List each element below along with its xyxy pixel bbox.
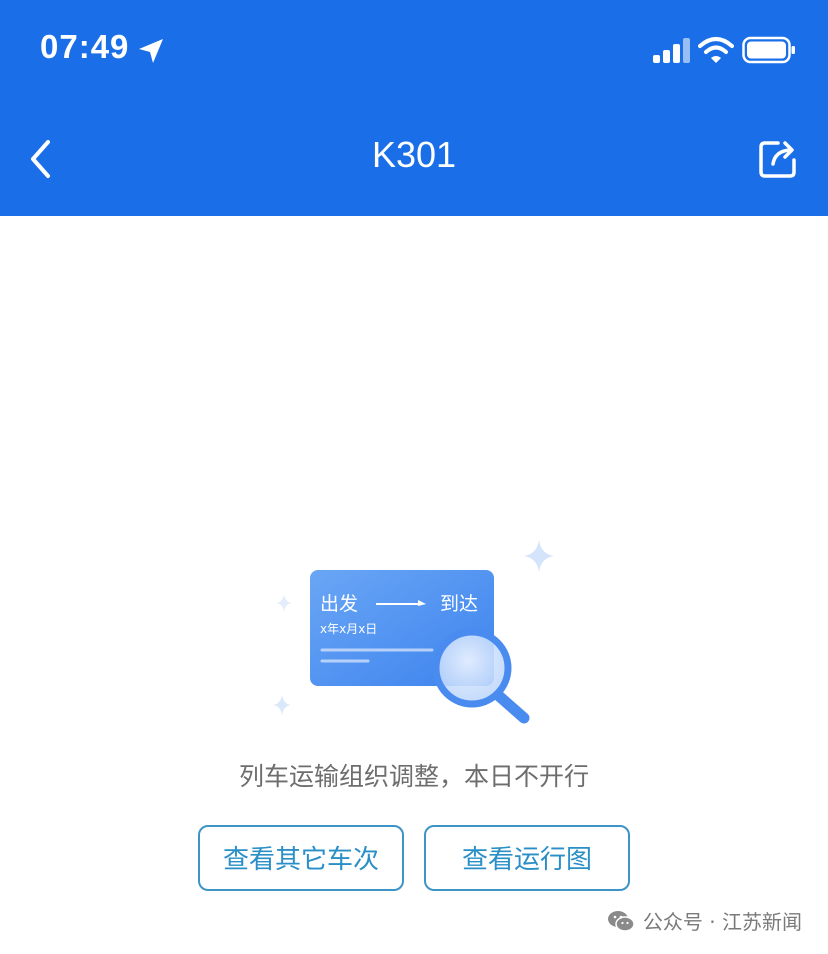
share-button[interactable] (756, 135, 802, 181)
empty-state-message: 列车运输组织调整，本日不开行 (238, 762, 589, 791)
view-run-map-button[interactable]: 查看运行图 (424, 825, 630, 891)
arrive-label: 到达 (440, 593, 478, 615)
date-label: x年x月x日 (320, 622, 377, 636)
sparkle-icon (276, 594, 292, 612)
wifi-icon (698, 37, 734, 63)
page-title: K301 (371, 134, 457, 175)
view-other-trains-button[interactable]: 查看其它车次 (198, 825, 404, 891)
sparkle-icon (273, 694, 291, 716)
empty-ticket-illustration: 出发 到达 x年x月x日 (273, 540, 554, 724)
status-time: 07:49 (40, 28, 130, 65)
watermark-text: 公众号 · 江苏新闻 (642, 910, 802, 934)
watermark: 公众号 · 江苏新闻 (607, 906, 802, 935)
battery-icon (742, 36, 795, 64)
app-header: 07:49 K301 (0, 0, 828, 216)
location-arrow-icon (139, 39, 163, 63)
cellular-signal-icon (653, 38, 690, 63)
depart-label: 出发 (320, 593, 358, 615)
wechat-icon (607, 910, 635, 932)
sparkle-icon (524, 540, 554, 572)
